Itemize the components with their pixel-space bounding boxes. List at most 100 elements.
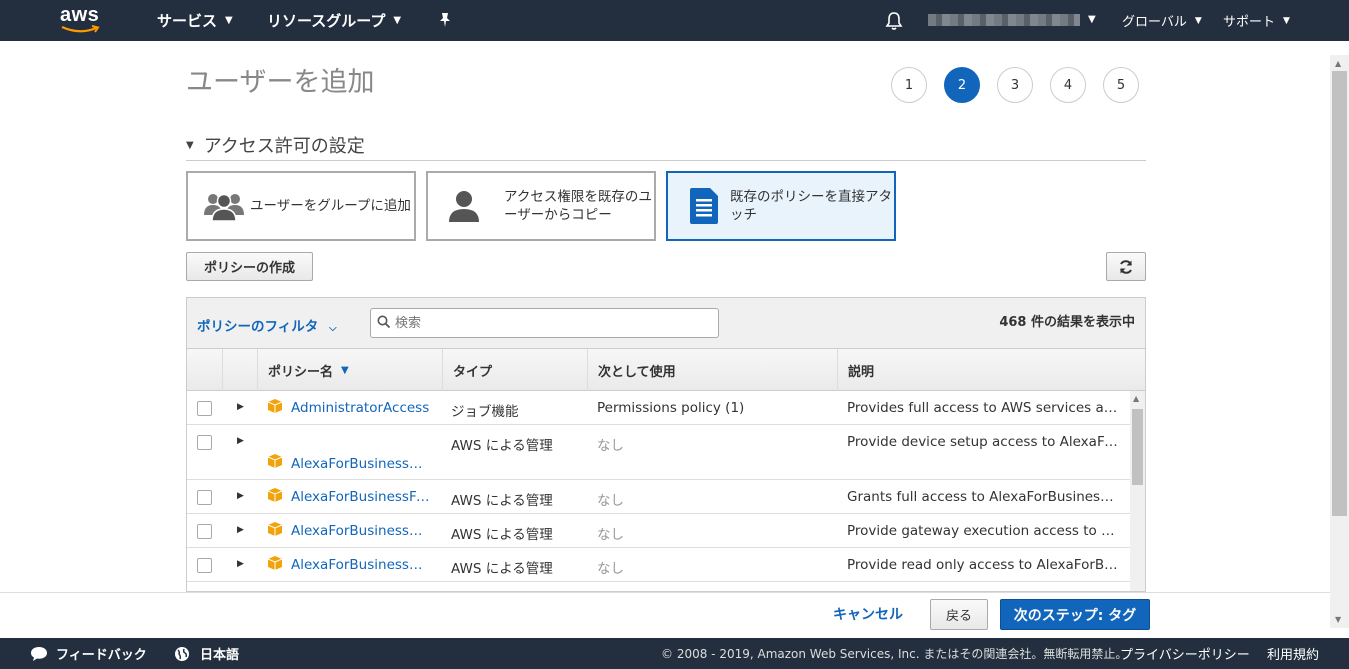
permissions-section-header[interactable]: ▼ アクセス許可の設定 [186,132,1146,161]
column-label: タイプ [453,364,493,380]
chevron-down-icon: ⌵ [328,323,337,334]
sort-desc-icon: ▼ [341,364,349,376]
region-menu[interactable]: グローバル ▼ [1122,0,1202,41]
policy-used-as: なし [597,527,624,543]
column-header-type[interactable]: タイプ [442,349,587,391]
expand-row-icon[interactable]: ▶ [237,436,244,446]
option-copy-permissions[interactable]: アクセス権限を既存のユーザーからコピー [426,171,656,241]
table-scrollbar[interactable]: ▲ [1130,391,1145,591]
scroll-up-arrow-icon[interactable]: ▲ [1335,59,1341,68]
row-checkbox[interactable] [197,490,212,505]
account-name-redacted[interactable] [928,14,1080,26]
policy-used-as: なし [597,493,624,509]
scroll-up-arrow-icon[interactable]: ▲ [1133,394,1139,403]
policy-box-icon [267,556,283,570]
resource-groups-menu[interactable]: リソースグループ ▼ [267,0,401,41]
policy-name-link[interactable]: AlexaForBusinessGatewayExecution [291,523,431,539]
expand-row-icon[interactable]: ▶ [237,402,244,412]
footer: フィードバック 日本語 © 2008 - 2019, Amazon Web Se… [0,638,1349,669]
collapse-triangle-icon: ▼ [186,139,194,151]
policy-type: ジョブ機能 [451,404,519,420]
top-navigation-bar: aws サービス ▼ リソースグループ ▼ ▼ グローバル ▼ サポート ▼ [0,0,1349,41]
step-2[interactable]: 2 [944,67,980,103]
policy-description: Provide read only access to AlexaForBusi… [847,557,1119,573]
chevron-down-icon: ▼ [1283,15,1290,26]
language-label: 日本語 [200,648,240,663]
policy-box-icon [267,454,283,468]
back-button[interactable]: 戻る [930,599,988,630]
create-policy-button[interactable]: ポリシーの作成 [186,252,313,281]
filter-bar: ポリシーのフィルタ ⌵ 468 件の結果を表示中 [187,298,1145,349]
policy-box-icon [267,522,283,536]
option-attach-policies[interactable]: 既存のポリシーを直接アタッチ [666,171,896,241]
services-menu[interactable]: サービス ▼ [157,0,233,41]
policy-name-link[interactable]: AlexaForBusinessReadOnlyAccess [291,557,431,573]
expand-row-icon[interactable]: ▶ [237,525,244,535]
expand-row-icon[interactable]: ▶ [237,491,244,501]
chevron-down-icon: ▼ [393,15,402,26]
page-scrollbar-thumb[interactable] [1332,71,1347,516]
row-checkbox[interactable] [197,524,212,539]
copyright-text: © 2008 - 2019, Amazon Web Services, Inc.… [661,647,1128,661]
feedback-link[interactable]: フィードバック [30,638,147,669]
column-label: ポリシー名 [268,364,334,380]
globe-icon [175,646,189,661]
support-menu[interactable]: サポート ▼ [1223,0,1290,41]
policy-name-link[interactable]: AlexaForBusinessFullAccess [291,489,431,505]
option-add-to-group[interactable]: ユーザーをグループに追加 [186,171,416,241]
expand-row-icon[interactable]: ▶ [237,559,244,569]
step-1[interactable]: 1 [891,67,927,103]
aws-logo[interactable]: aws [60,5,104,34]
column-label: 説明 [848,364,875,380]
page-scrollbar[interactable]: ▲ ▼ [1330,55,1349,628]
table-row[interactable]: ▶ AlexaForBusinessReadOnlyAccess AWS による… [187,548,1130,582]
column-label: 次として使用 [598,364,676,380]
table-scrollbar-thumb[interactable] [1132,409,1143,485]
table-body: ▶ AdministratorAccess ジョブ機能 Permissions … [187,391,1130,582]
policy-name-link[interactable]: AdministratorAccess [291,400,431,416]
policy-name-link[interactable]: AlexaForBusinessDeviceSetup [291,456,431,472]
policy-description: Provide gateway execution access to Alex… [847,523,1119,539]
policy-filter-dropdown[interactable]: ポリシーのフィルタ ⌵ [197,315,337,335]
step-3[interactable]: 3 [997,67,1033,103]
row-checkbox[interactable] [197,558,212,573]
policy-description: Grants full access to AlexaForBusiness r… [847,489,1119,505]
wizard-steps: 1 2 3 4 5 [891,67,1139,103]
table-row[interactable]: ▶ AdministratorAccess ジョブ機能 Permissions … [187,391,1130,425]
result-count: 468 件の結果を表示中 [999,315,1135,330]
next-step-button[interactable]: 次のステップ: タグ [1000,599,1150,630]
pin-icon[interactable] [438,12,452,28]
refresh-icon [1120,259,1132,274]
privacy-policy-link[interactable]: プライバシーポリシー [1120,638,1250,669]
column-header-policy-name[interactable]: ポリシー名 ▼ [257,349,442,391]
refresh-button[interactable] [1106,252,1146,281]
row-checkbox[interactable] [197,435,212,450]
support-label: サポート [1223,15,1276,30]
column-header-description[interactable]: 説明 [837,349,1145,391]
policy-type: AWS による管理 [451,438,553,454]
chevron-down-icon: ▼ [225,15,233,26]
policy-used-as: なし [597,438,624,454]
column-header-used-as[interactable]: 次として使用 [587,349,837,391]
terms-link[interactable]: 利用規約 [1267,638,1319,669]
chevron-down-icon[interactable]: ▼ [1088,14,1096,25]
policy-box-icon [267,488,283,502]
table-row[interactable]: ▶ AlexaForBusinessDeviceSetup AWS による管理 … [187,425,1130,480]
search-icon [377,315,391,329]
language-selector[interactable]: 日本語 [174,638,239,669]
scroll-down-arrow-icon[interactable]: ▼ [1335,615,1341,624]
row-checkbox[interactable] [197,401,212,416]
bell-icon[interactable] [885,11,903,31]
table-row[interactable]: ▶ AlexaForBusinessFullAccess AWS による管理 な… [187,480,1130,514]
header-expand-col [222,349,257,391]
table-header: ポリシー名 ▼ タイプ 次として使用 説明 [187,349,1145,391]
table-row[interactable]: ▶ AlexaForBusinessGatewayExecution AWS に… [187,514,1130,548]
search-input[interactable] [370,308,719,338]
policy-description: Provide device setup access to AlexaForB… [847,434,1119,450]
policy-table: ポリシーのフィルタ ⌵ 468 件の結果を表示中 ポリシー名 ▼ タイプ 次とし… [186,297,1146,592]
aws-smile-icon [61,25,100,33]
step-4[interactable]: 4 [1050,67,1086,103]
policy-used-as: なし [597,561,624,577]
step-5[interactable]: 5 [1103,67,1139,103]
cancel-link[interactable]: キャンセル [833,604,903,624]
